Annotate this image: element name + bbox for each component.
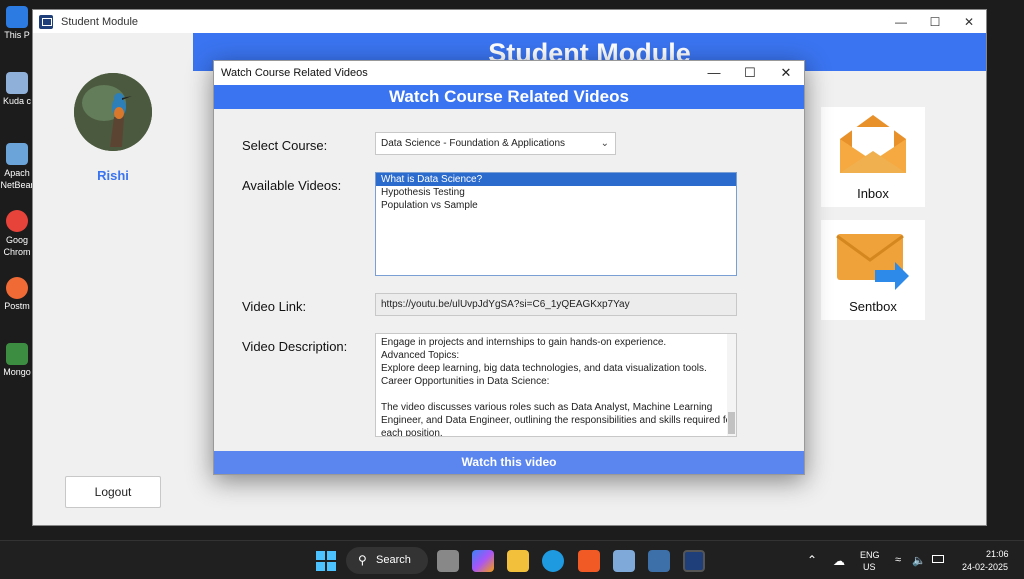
search-icon: ⚲ bbox=[358, 553, 367, 567]
description-line bbox=[381, 388, 722, 401]
description-line: Advanced Topics: bbox=[381, 350, 460, 361]
mongodb-icon bbox=[6, 343, 28, 365]
taskbar: ⚲ Search ⌃ ☁ ENG US ≈ 🔈 21:06 24-02-2025 bbox=[0, 540, 1024, 579]
dialog-header: Watch Course Related Videos bbox=[214, 85, 804, 109]
open-envelope-icon bbox=[840, 115, 906, 173]
description-line: Engineer, and Data Engineer, outlining t… bbox=[381, 415, 735, 426]
desktop-icon-postman[interactable]: Postm bbox=[0, 277, 34, 312]
username: Rishi bbox=[97, 168, 129, 183]
edge-icon[interactable] bbox=[542, 550, 564, 572]
desktop-icon-label: Kuda c bbox=[2, 96, 32, 106]
desktop-icon-label: Apach NetBear bbox=[0, 168, 34, 190]
course-label: Select Course: bbox=[242, 138, 328, 153]
netbeans-icon bbox=[6, 143, 28, 165]
desktop-icon-label: Mongo bbox=[3, 367, 31, 377]
avatar bbox=[74, 73, 152, 151]
dialog-minimize-button[interactable]: — bbox=[696, 65, 732, 81]
battery-icon[interactable] bbox=[932, 555, 944, 563]
chevron-up-icon[interactable]: ⌃ bbox=[807, 553, 817, 567]
postman-icon bbox=[6, 277, 28, 299]
desktop-icon-label: Goog Chrom bbox=[3, 235, 31, 257]
dialog-maximize-button[interactable]: ☐ bbox=[732, 65, 768, 81]
task-view-icon[interactable] bbox=[437, 550, 459, 572]
desktop-icon-mongo[interactable]: Mongo bbox=[0, 343, 34, 378]
student-module-taskbar-icon[interactable] bbox=[683, 550, 705, 572]
main-window-title: Student Module bbox=[61, 15, 139, 28]
description-scrollbar[interactable] bbox=[727, 334, 736, 436]
close-button[interactable]: ✕ bbox=[952, 15, 986, 29]
search-label: Search bbox=[376, 554, 411, 566]
dialog-title: Watch Course Related Videos bbox=[221, 67, 368, 79]
wifi-icon[interactable]: ≈ bbox=[895, 554, 901, 566]
videos-label: Available Videos: bbox=[242, 178, 342, 193]
recycle-bin-icon bbox=[6, 72, 28, 94]
link-label: Video Link: bbox=[242, 299, 307, 314]
logout-button[interactable]: Logout bbox=[65, 476, 161, 508]
chevron-down-icon: ⌄ bbox=[600, 138, 609, 149]
watch-videos-dialog: Watch Course Related Videos — ☐ ✕ Watch … bbox=[213, 60, 805, 475]
netbeans-taskbar-icon[interactable] bbox=[613, 550, 635, 572]
description-line: The video discusses various roles such a… bbox=[381, 402, 713, 413]
file-explorer-icon[interactable] bbox=[507, 550, 529, 572]
video-description-textarea[interactable]: Engage in projects and internships to ga… bbox=[375, 333, 737, 437]
sidebar: Rishi Logout bbox=[33, 33, 193, 525]
video-link-field[interactable]: https://youtu.be/ulUvpJdYgSA?si=C6_1yQEA… bbox=[375, 293, 737, 316]
description-line: Career Opportunities in Data Science: bbox=[381, 376, 550, 387]
java-app-icon[interactable] bbox=[648, 550, 670, 572]
taskbar-search[interactable]: ⚲ Search bbox=[346, 547, 428, 574]
inbox-label: Inbox bbox=[857, 186, 889, 201]
videos-list[interactable]: What is Data Science? Hypothesis Testing… bbox=[375, 172, 737, 276]
list-item[interactable]: Hypothesis Testing bbox=[376, 186, 736, 199]
main-titlebar: Student Module — ☐ ✕ bbox=[33, 10, 986, 33]
description-line: Engage in projects and internships to ga… bbox=[381, 337, 667, 348]
desktop-icon-chrome[interactable]: Goog Chrom bbox=[0, 210, 34, 258]
minimize-button[interactable]: — bbox=[884, 15, 918, 29]
region-label[interactable]: US bbox=[863, 562, 876, 572]
chrome-icon bbox=[6, 210, 28, 232]
desktop-icons: This P Kuda c Apach NetBear Goog Chrom P… bbox=[0, 0, 34, 540]
volume-icon[interactable]: 🔈 bbox=[912, 554, 926, 567]
list-item[interactable]: What is Data Science? bbox=[376, 173, 736, 186]
desktop-icon-recycle[interactable]: Kuda c bbox=[0, 72, 34, 107]
description-line: each position. bbox=[381, 428, 443, 437]
app-icon bbox=[39, 14, 53, 29]
course-select[interactable]: Data Science - Foundation & Applications… bbox=[375, 132, 616, 155]
copilot-icon[interactable] bbox=[472, 550, 494, 572]
send-mail-icon bbox=[836, 234, 909, 290]
description-line: Explore deep learning, big data technolo… bbox=[381, 363, 707, 374]
sentbox-label: Sentbox bbox=[849, 299, 897, 314]
desktop-icon-label: Postm bbox=[4, 301, 30, 311]
desktop-icon-label: This P bbox=[4, 30, 30, 40]
language-label[interactable]: ENG bbox=[860, 550, 880, 560]
sentbox-tile[interactable]: Sentbox bbox=[821, 220, 925, 320]
scrollbar-thumb[interactable] bbox=[728, 412, 735, 434]
windows-start-icon[interactable] bbox=[315, 550, 337, 572]
clock-time[interactable]: 21:06 bbox=[986, 549, 1009, 559]
inbox-tile[interactable]: Inbox bbox=[821, 107, 925, 207]
dialog-close-button[interactable]: ✕ bbox=[768, 65, 804, 81]
list-item[interactable]: Population vs Sample bbox=[376, 199, 736, 212]
desktop-icon-this-pc[interactable]: This P bbox=[0, 6, 34, 41]
course-select-value: Data Science - Foundation & Applications bbox=[381, 138, 565, 149]
monitor-icon bbox=[6, 6, 28, 28]
watch-video-button[interactable]: Watch this video bbox=[214, 451, 804, 474]
description-label: Video Description: bbox=[242, 339, 348, 354]
maximize-button[interactable]: ☐ bbox=[918, 15, 952, 29]
cloud-icon: ☁ bbox=[833, 554, 845, 568]
brave-icon[interactable] bbox=[578, 550, 600, 572]
dialog-titlebar: Watch Course Related Videos — ☐ ✕ bbox=[214, 61, 804, 85]
bird-photo-icon bbox=[74, 73, 152, 151]
clock-date[interactable]: 24-02-2025 bbox=[962, 562, 1008, 572]
desktop-icon-netbeans[interactable]: Apach NetBear bbox=[0, 143, 34, 191]
